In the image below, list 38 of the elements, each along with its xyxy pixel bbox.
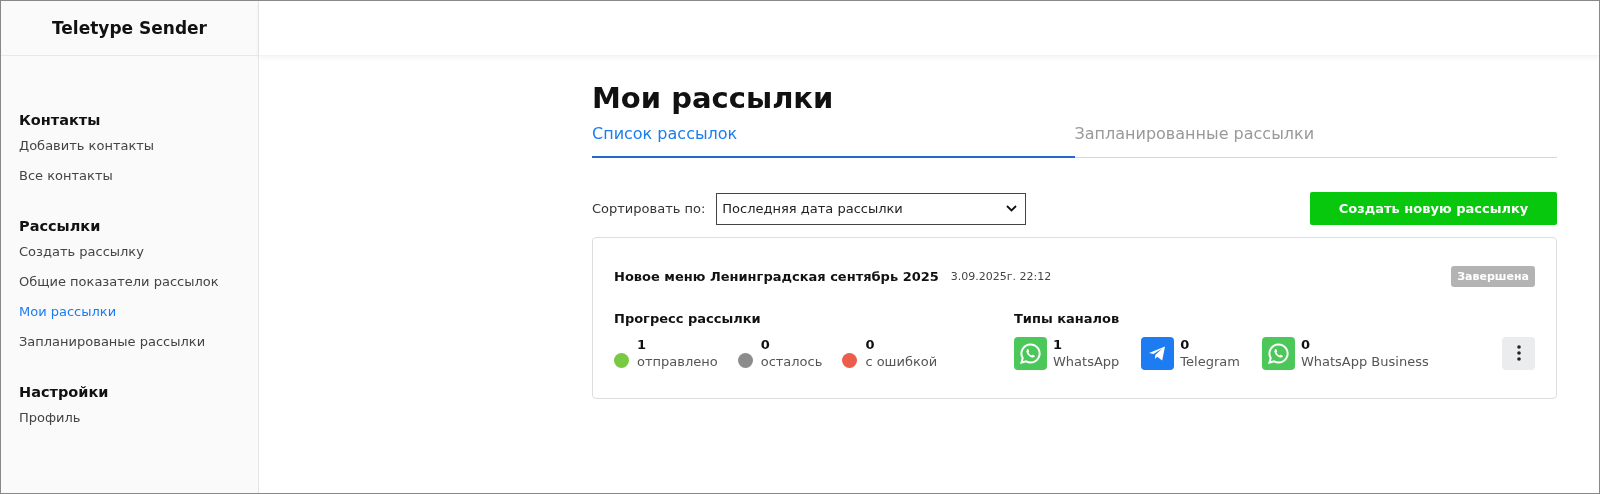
channel-count: 0	[1180, 336, 1191, 353]
stat-count: 0	[760, 336, 771, 353]
sidebar-item[interactable]: Все контакты	[19, 167, 113, 184]
whatsapp-icon	[1261, 336, 1295, 370]
app-title: Teletype Sender	[52, 18, 207, 38]
sidebar-item[interactable]: Общие показатели рассылок	[19, 273, 219, 290]
sidebar-heading: Контакты	[19, 112, 101, 128]
stat-label: отправлено	[637, 353, 718, 370]
section-heading: Прогресс рассылки	[614, 311, 762, 326]
mailing-name: Новое меню Ленинградская сентябрь 2025	[614, 269, 939, 284]
stat-label: с ошибкой	[865, 353, 938, 370]
sidebar-heading: Рассылки	[19, 218, 101, 234]
stat-count: 0	[865, 336, 876, 353]
channel-count: 1	[1053, 336, 1064, 353]
tab[interactable]: Список рассылок	[592, 118, 1075, 158]
channel-label: WhatsApp Business	[1300, 353, 1429, 370]
sidebar-item[interactable]: Мои рассылки	[19, 303, 117, 320]
status-badge: Завершена	[1451, 266, 1535, 287]
stat-label: осталось	[760, 353, 823, 370]
mailing-date: 3.09.2025г. 22:12	[950, 270, 1052, 283]
sort-label: Сортировать по:	[592, 201, 706, 216]
sidebar-item[interactable]: Добавить контакты	[19, 137, 155, 154]
whatsapp-icon	[1014, 336, 1047, 370]
channel-label: WhatsApp	[1053, 353, 1120, 370]
page-title: Мои рассылки	[592, 80, 835, 117]
telegram-icon	[1141, 336, 1175, 370]
sidebar-item[interactable]: Профиль	[19, 409, 81, 426]
sidebar-item[interactable]: Создать рассылку	[19, 243, 144, 260]
sidebar-heading: Настройки	[19, 384, 109, 400]
sidebar-item[interactable]: Запланированые рассылки	[19, 333, 206, 350]
more-icon	[1516, 345, 1521, 361]
more-options-button[interactable]	[1502, 336, 1535, 370]
section-heading: Типы каналов	[1014, 311, 1121, 326]
chevron-down-icon	[1006, 205, 1018, 212]
channel-count: 0	[1300, 336, 1311, 353]
channel-label: Telegram	[1180, 353, 1240, 370]
sort-dropdown[interactable]: Последняя дата рассылки	[716, 192, 1027, 225]
stat-count: 1	[637, 336, 648, 353]
